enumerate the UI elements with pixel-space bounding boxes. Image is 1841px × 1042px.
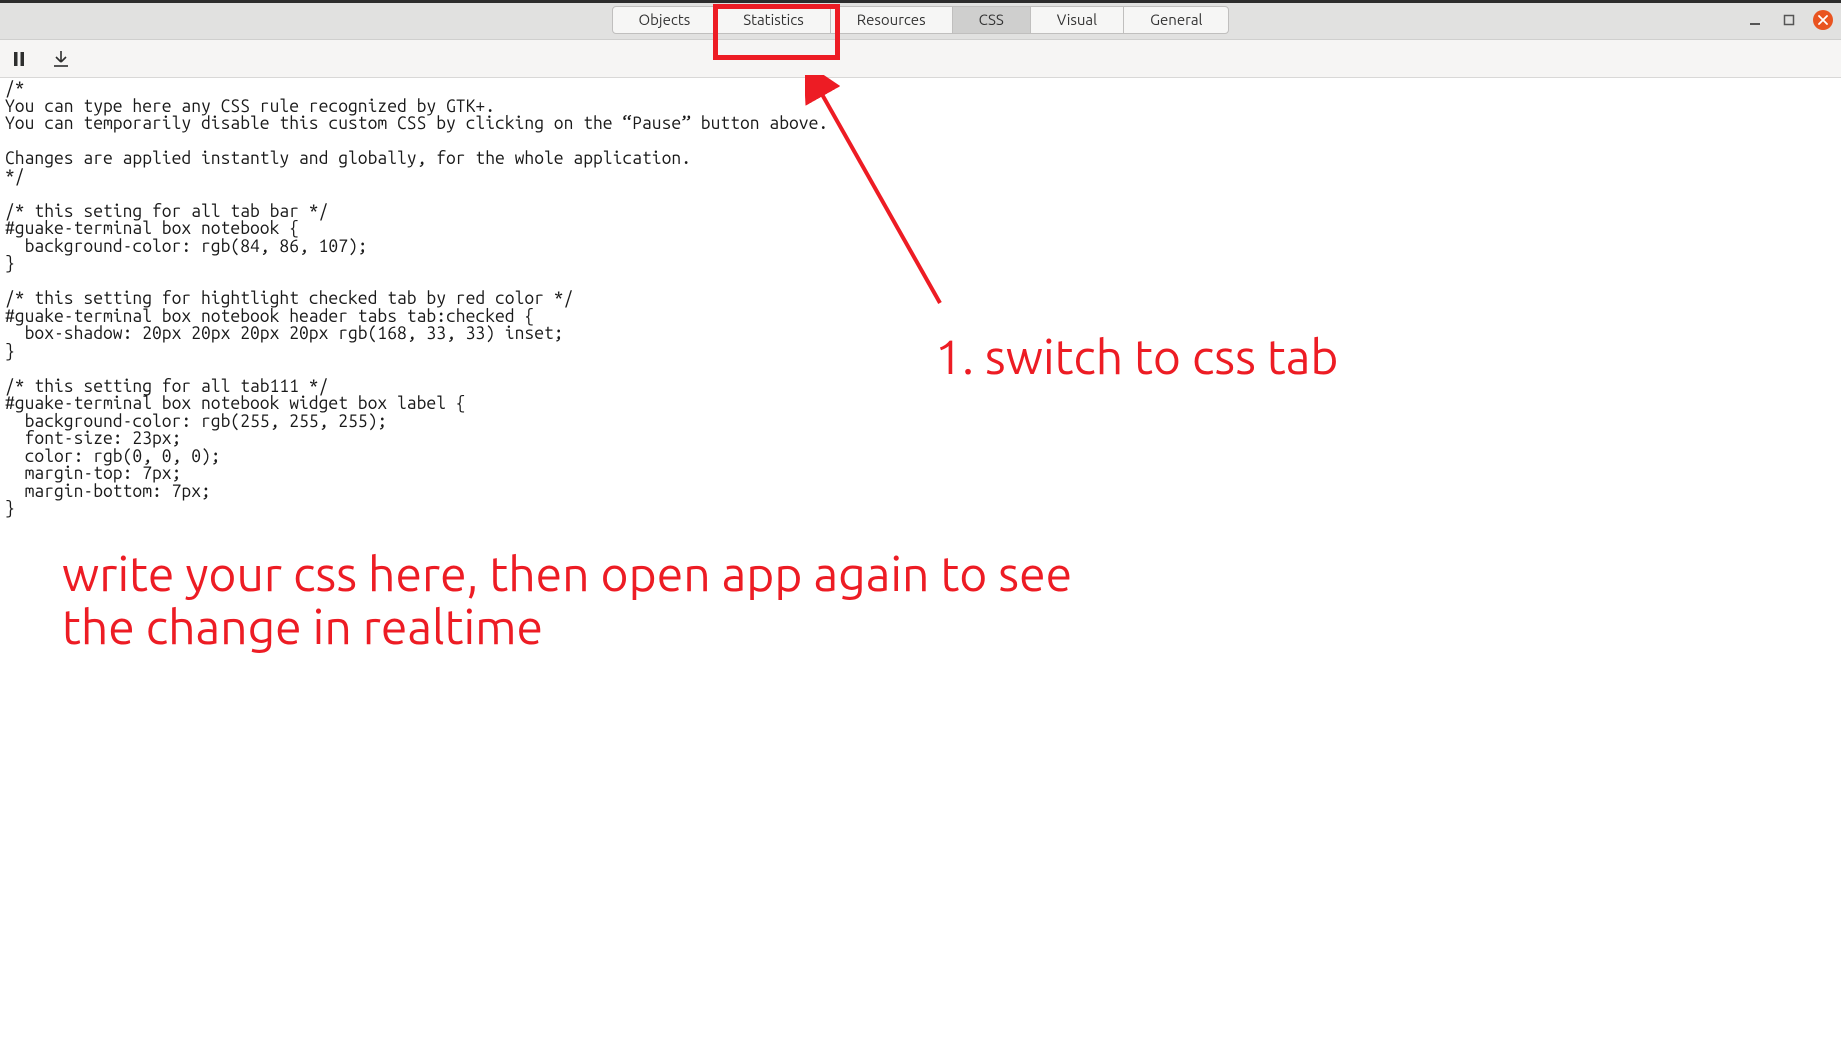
save-button[interactable]	[50, 48, 72, 70]
tab-statistics[interactable]: Statistics	[717, 7, 831, 33]
titlebar-top-strip	[0, 0, 1841, 3]
window-controls	[1745, 10, 1833, 30]
maximize-icon	[1783, 14, 1795, 26]
close-icon	[1818, 15, 1828, 25]
pause-icon	[13, 52, 25, 66]
annotation-instruction: write your css here, then open app again…	[62, 548, 1072, 654]
toolbar	[0, 40, 1841, 78]
titlebar: Objects Statistics Resources CSS Visual …	[0, 0, 1841, 40]
tab-general[interactable]: General	[1124, 7, 1228, 33]
tab-objects[interactable]: Objects	[613, 7, 718, 33]
tab-visual[interactable]: Visual	[1031, 7, 1124, 33]
maximize-button[interactable]	[1779, 10, 1799, 30]
close-button[interactable]	[1813, 10, 1833, 30]
minimize-button[interactable]	[1745, 10, 1765, 30]
save-icon	[54, 51, 68, 67]
tab-switcher: Objects Statistics Resources CSS Visual …	[612, 6, 1230, 34]
pause-button[interactable]	[8, 48, 30, 70]
tab-css[interactable]: CSS	[953, 7, 1031, 33]
minimize-icon	[1749, 14, 1761, 26]
tab-resources[interactable]: Resources	[831, 7, 953, 33]
css-editor[interactable]: /* You can type here any CSS rule recogn…	[0, 78, 1841, 520]
